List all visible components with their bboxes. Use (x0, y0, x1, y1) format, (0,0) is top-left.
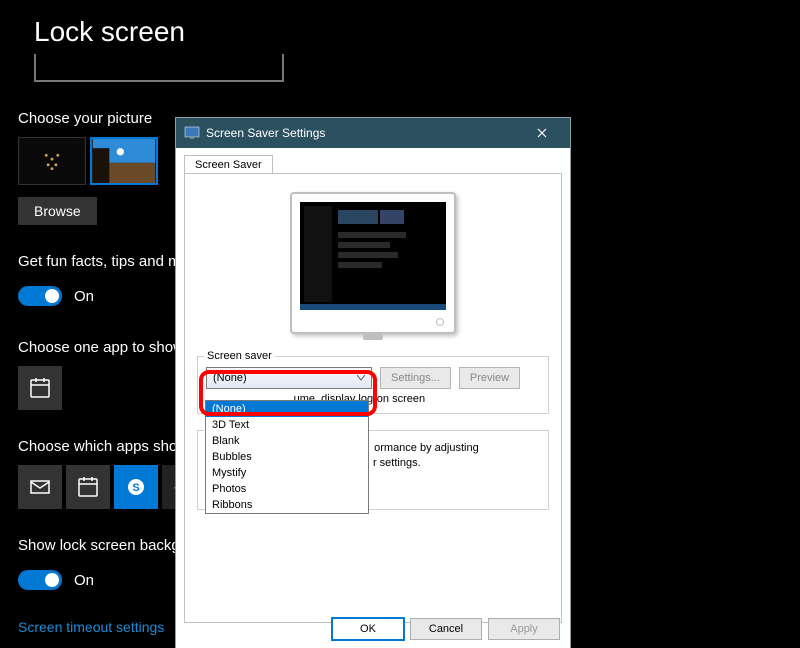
option-bubbles[interactable]: Bubbles (206, 449, 368, 465)
tab-screen-saver[interactable]: Screen Saver (184, 155, 273, 174)
preview-button[interactable]: Preview (459, 367, 520, 389)
quick-status-app-mail[interactable] (18, 465, 62, 509)
quick-status-app-skype[interactable]: S (114, 465, 158, 509)
detailed-status-app[interactable] (18, 366, 62, 410)
option-blank[interactable]: Blank (206, 433, 368, 449)
picture-thumb-1[interactable] (18, 137, 86, 185)
close-icon (537, 128, 547, 138)
show-bg-toggle[interactable] (18, 570, 62, 590)
dialog-icon (184, 125, 200, 141)
title-underline (34, 54, 284, 82)
screensaver-select[interactable]: (None) (206, 367, 372, 389)
dialog-title: Screen Saver Settings (206, 126, 522, 140)
cancel-button[interactable]: Cancel (410, 618, 482, 640)
screensaver-select-value: (None) (213, 372, 247, 384)
show-bg-toggle-label: On (74, 572, 94, 589)
page-title: Lock screen (18, 0, 800, 54)
option-photos[interactable]: Photos (206, 481, 368, 497)
settings-button[interactable]: Settings... (380, 367, 451, 389)
svg-text:S: S (132, 482, 139, 494)
monitor-preview (197, 192, 549, 334)
tab-panel: Screen saver (None) Settings... Preview … (184, 173, 562, 623)
dialog-close-button[interactable] (522, 119, 562, 147)
option-none[interactable]: (None) (206, 401, 368, 417)
ok-button[interactable]: OK (332, 618, 404, 640)
option-ribbons[interactable]: Ribbons (206, 497, 368, 513)
dialog-titlebar[interactable]: Screen Saver Settings (176, 118, 570, 148)
screensaver-group-label: Screen saver (204, 350, 275, 362)
screensaver-dialog: Screen Saver Settings Screen Saver (176, 118, 570, 648)
option-mystify[interactable]: Mystify (206, 465, 368, 481)
browse-button[interactable]: Browse (18, 197, 97, 225)
option-3d-text[interactable]: 3D Text (206, 417, 368, 433)
chevron-down-icon (357, 372, 365, 384)
fun-facts-toggle[interactable] (18, 286, 62, 306)
quick-status-app-calendar[interactable] (66, 465, 110, 509)
picture-thumb-2[interactable] (90, 137, 158, 185)
screensaver-options-list: (None) 3D Text Blank Bubbles Mystify Pho… (205, 400, 369, 514)
apply-button[interactable]: Apply (488, 618, 560, 640)
fun-facts-toggle-label: On (74, 288, 94, 305)
